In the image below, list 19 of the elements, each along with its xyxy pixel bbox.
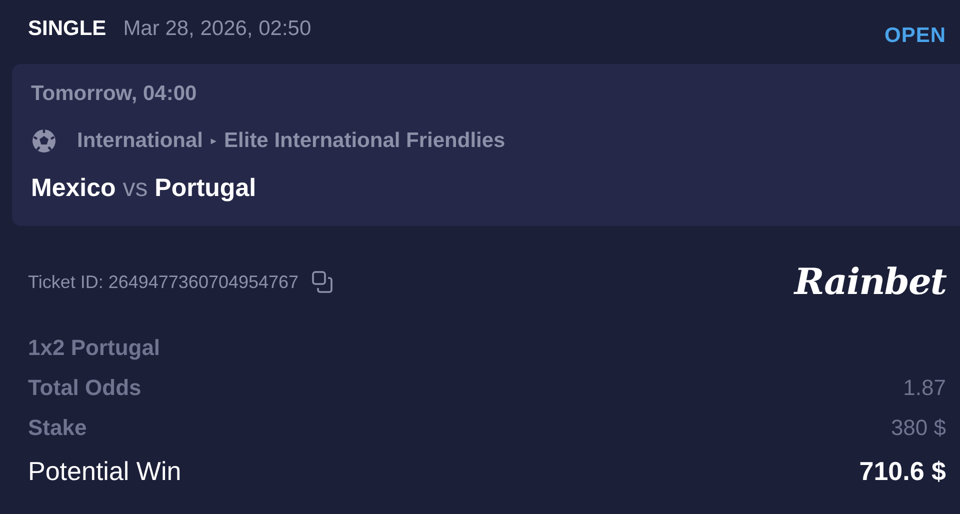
match-title: Mexico vs Portugal	[31, 174, 258, 203]
copy-button[interactable]	[310, 270, 335, 294]
bet-date: Mar 28, 2026, 02:50	[123, 17, 312, 41]
bet-status: OPEN	[884, 24, 946, 48]
summary-value: 1.87	[903, 375, 946, 401]
brand-logo: Rainbet	[794, 261, 946, 303]
league-name: Elite International Friendlies	[224, 129, 506, 153]
soccer-ball-icon	[31, 128, 57, 154]
total-label: Potential Win	[28, 456, 182, 486]
summary-label: Stake	[28, 415, 87, 441]
category-name: International	[77, 129, 204, 153]
summary-value: 380 $	[890, 415, 946, 441]
summary-label: Total Odds	[28, 375, 142, 401]
selection-label: 1x2 Portugal	[28, 335, 160, 361]
total-value: 710.6 $	[859, 456, 946, 486]
breadcrumb-separator: ▸	[211, 135, 216, 147]
ticket-id: Ticket ID: 2649477360704954767	[28, 272, 299, 292]
bet-type: SINGLE	[28, 17, 106, 41]
event-time: Tomorrow, 04:00	[31, 82, 198, 106]
